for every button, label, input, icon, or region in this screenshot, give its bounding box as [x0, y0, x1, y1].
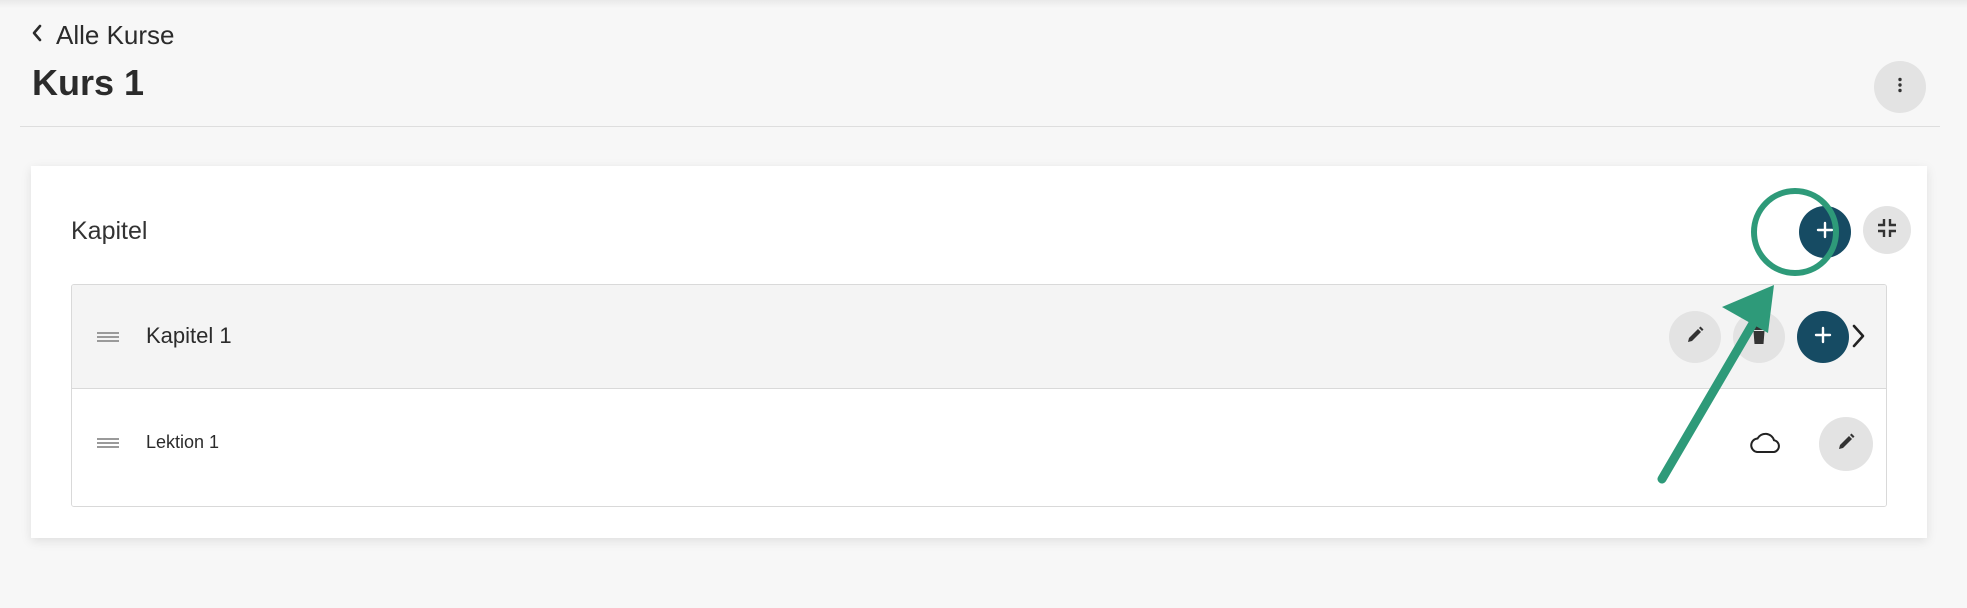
lesson-row[interactable]: Lektion 1 — [72, 390, 1886, 506]
top-shadow — [0, 0, 1967, 8]
plus-icon — [1816, 221, 1834, 244]
lesson-title: Lektion 1 — [146, 432, 220, 452]
trash-icon — [1750, 325, 1768, 350]
chevron-right-icon[interactable] — [1850, 323, 1866, 354]
cloud-icon — [1748, 432, 1782, 461]
pencil-icon — [1836, 432, 1856, 457]
back-link-label: Alle Kurse — [56, 19, 175, 50]
section-title: Kapitel — [71, 217, 148, 245]
add-lesson-button[interactable] — [1797, 311, 1849, 363]
back-to-courses-link[interactable]: Alle Kurse — [30, 18, 175, 52]
chapter-row[interactable]: Kapitel 1 — [72, 285, 1886, 389]
collapse-all-button[interactable] — [1863, 206, 1911, 254]
collapse-icon — [1877, 218, 1897, 243]
more-vertical-icon — [1897, 77, 1903, 98]
pencil-icon — [1685, 325, 1705, 350]
drag-handle-icon[interactable] — [97, 438, 119, 448]
chapter-list: Kapitel 1 Lektion 1 — [71, 284, 1887, 507]
drag-handle-icon[interactable] — [97, 332, 119, 342]
course-page: Alle Kurse Kurs 1 Kapitel Kapitel 1 Lekt… — [0, 0, 1967, 608]
edit-chapter-button[interactable] — [1669, 311, 1721, 363]
chapter-title: Kapitel 1 — [146, 323, 232, 348]
page-title: Kurs 1 — [32, 62, 145, 103]
more-options-button[interactable] — [1874, 61, 1926, 113]
chapters-card: Kapitel Kapitel 1 Lektion 1 — [31, 166, 1927, 538]
edit-lesson-button[interactable] — [1819, 417, 1873, 471]
header-divider — [20, 126, 1940, 127]
chevron-left-icon — [30, 20, 44, 51]
plus-icon — [1814, 326, 1832, 349]
add-chapter-button[interactable] — [1799, 206, 1851, 258]
delete-chapter-button[interactable] — [1733, 311, 1785, 363]
